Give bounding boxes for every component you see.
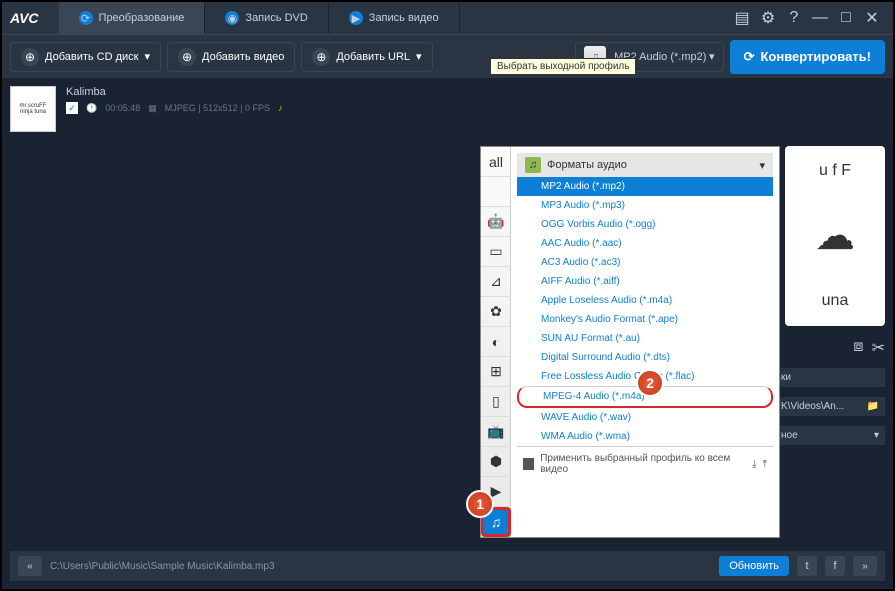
format-item[interactable]: MP2 Audio (*.mp2): [517, 177, 773, 196]
format-item[interactable]: Digital Surround Audio (*.dts): [517, 348, 773, 367]
footer-label: Применить выбранный профиль ко всем виде…: [540, 453, 746, 475]
export-icon[interactable]: ⤒: [763, 459, 767, 470]
output-path: K\Videos\An...: [781, 401, 844, 412]
cat-tv-icon[interactable]: 📺: [481, 417, 511, 447]
file-thumbnail: mr.scruFF ninja tuna: [10, 86, 56, 132]
format-item[interactable]: WAVE Audio (*.wav): [517, 408, 773, 427]
cut-icon[interactable]: ✂: [872, 338, 885, 358]
cat-apple-icon[interactable]: [481, 177, 511, 207]
nav-prev-button[interactable]: «: [18, 556, 42, 576]
cat-playstation-icon[interactable]: ⊿: [481, 267, 511, 297]
step-badge-2: 2: [636, 369, 664, 397]
cat-console-icon[interactable]: ◐: [481, 327, 511, 357]
format-item[interactable]: AIFF Audio (*.aiff): [517, 272, 773, 291]
btn-label: Добавить CD диск: [45, 51, 139, 63]
minimize-icon[interactable]: —: [811, 9, 829, 27]
play-icon: ▶: [349, 11, 363, 25]
note-icon: ♪: [278, 103, 283, 113]
import-icon[interactable]: ⤓: [752, 459, 756, 470]
disc-icon: ◉: [225, 11, 239, 25]
menu-icon[interactable]: ▤: [733, 9, 751, 27]
format-item[interactable]: WMA Audio (*.wma): [517, 427, 773, 446]
format-item[interactable]: MP3 Audio (*.mp3): [517, 196, 773, 215]
convert-icon: ⟳: [79, 11, 93, 25]
gear-icon[interactable]: ⚙: [759, 9, 777, 27]
btn-label: Добавить видео: [202, 51, 284, 63]
file-duration: 00:05:48: [105, 103, 140, 113]
cat-android-icon[interactable]: 🤖: [481, 207, 511, 237]
bottom-bar: « C:\Users\Public\Music\Sample Music\Kal…: [10, 551, 885, 581]
convert-button[interactable]: ⟳ Конвертировать!: [730, 40, 885, 74]
format-category-sidebar: all 🤖 ▭ ⊿ ✿ ◐ ⊞ ▯ 📺 ⬢ ▶ ♫: [481, 147, 511, 537]
facebook-icon[interactable]: f: [825, 556, 845, 576]
format-item[interactable]: SUN AU Format (*.au): [517, 329, 773, 348]
update-button[interactable]: Обновить: [719, 556, 789, 576]
add-video-button[interactable]: ⊕ Добавить видео: [167, 42, 295, 72]
cd-plus-icon: ⊕: [21, 48, 39, 66]
step-badge-1: 1: [466, 490, 494, 518]
preview-pane: u f F ☁ una: [785, 146, 885, 326]
url-plus-icon: ⊕: [312, 48, 330, 66]
format-item[interactable]: AAC Audio (*.aac): [517, 234, 773, 253]
profile-tooltip: Выбрать выходной профиль: [490, 58, 636, 75]
add-url-button[interactable]: ⊕Добавить URL▾: [301, 42, 432, 72]
side-panel: u f F ☁ una ⧈ ✂ ки K\Videos\An... 📁 ное▾: [775, 146, 885, 445]
file-codec: MJPEG | 512x512 | 0 FPS: [165, 103, 270, 113]
format-list: MP2 Audio (*.mp2) MP3 Audio (*.mp3) OGG …: [517, 177, 773, 446]
file-checkbox[interactable]: ✓: [66, 102, 78, 114]
cat-sony-icon[interactable]: ▭: [481, 237, 511, 267]
chevron-down-icon[interactable]: ▾: [874, 430, 879, 441]
video-plus-icon: ⊕: [178, 48, 196, 66]
file-info: Kalimba ✓ 🕐 00:05:48 ▦ MJPEG | 512x512 |…: [66, 86, 885, 114]
close-icon[interactable]: ✕: [863, 9, 881, 27]
toolbar: ⊕ Добавить CD диск ▾ ⊕ Добавить видео ⊕ Доба…: [2, 34, 893, 78]
film-icon: ▦: [148, 103, 157, 114]
content-area: mr.scruFF ninja tuna Kalimba ✓ 🕐 00:05:4…: [2, 78, 893, 538]
app-logo: AVC: [10, 10, 39, 26]
cloud-icon: ☁: [815, 213, 855, 259]
crop-icon[interactable]: ⧈: [853, 338, 863, 358]
tab-convert[interactable]: ⟳ Преобразование: [59, 2, 206, 34]
apply-all-checkbox[interactable]: [523, 458, 534, 470]
help-icon[interactable]: ?: [785, 9, 803, 27]
tab-dvd[interactable]: ◉ Запись DVD: [205, 2, 328, 34]
output-path-row[interactable]: K\Videos\An... 📁: [775, 397, 885, 416]
editor-tools: ⧈ ✂: [775, 338, 885, 358]
chevron-down-icon: ▾: [709, 50, 715, 63]
titlebar: AVC ⟳ Преобразование ◉ Запись DVD ▶ Запись …: [2, 2, 893, 34]
chevron-down-icon[interactable]: ▾: [759, 159, 765, 172]
tab-label: Преобразование: [99, 12, 185, 24]
file-path: C:\Users\Public\Music\Sample Music\Kalim…: [50, 561, 711, 572]
file-name: Kalimba: [66, 86, 885, 98]
cat-windows-icon[interactable]: ⊞: [481, 357, 511, 387]
maximize-icon[interactable]: □: [837, 9, 855, 27]
twitter-icon[interactable]: t: [797, 556, 817, 576]
side-row-header: ки: [775, 368, 885, 387]
format-item[interactable]: AC3 Audio (*.ac3): [517, 253, 773, 272]
add-cd-button[interactable]: ⊕Добавить CD диск▾: [10, 42, 161, 72]
refresh-icon: ⟳: [744, 49, 755, 65]
cat-huawei-icon[interactable]: ✿: [481, 297, 511, 327]
popup-header: ♫ Форматы аудио ▾: [517, 153, 773, 177]
tab-label: Запись видео: [369, 12, 439, 24]
tab-record[interactable]: ▶ Запись видео: [329, 2, 460, 34]
popup-footer: Применить выбранный профиль ко всем виде…: [517, 446, 773, 481]
popup-header-label: Форматы аудио: [547, 159, 627, 171]
cat-html5-icon[interactable]: ⬢: [481, 447, 511, 477]
side-row: ное▾: [775, 426, 885, 445]
nav-next-button[interactable]: »: [853, 556, 877, 576]
tab-label: Запись DVD: [245, 12, 307, 24]
format-item[interactable]: Monkey's Audio Format (*.ape): [517, 310, 773, 329]
btn-label: Добавить URL: [336, 51, 410, 63]
cat-all-icon[interactable]: all: [481, 147, 511, 177]
folder-icon[interactable]: 📁: [867, 401, 879, 412]
btn-label: Конвертировать!: [760, 49, 871, 64]
format-item[interactable]: Apple Loseless Audio (*.m4a): [517, 291, 773, 310]
format-item[interactable]: OGG Vorbis Audio (*.ogg): [517, 215, 773, 234]
audio-format-icon: ♫: [525, 157, 541, 173]
format-popup: all 🤖 ▭ ⊿ ✿ ◐ ⊞ ▯ 📺 ⬢ ▶ ♫ ♫ Форматы ауди…: [480, 146, 780, 538]
cat-mobile-icon[interactable]: ▯: [481, 387, 511, 417]
clock-icon: 🕐: [86, 103, 97, 114]
file-list-item[interactable]: mr.scruFF ninja tuna Kalimba ✓ 🕐 00:05:4…: [2, 78, 893, 140]
